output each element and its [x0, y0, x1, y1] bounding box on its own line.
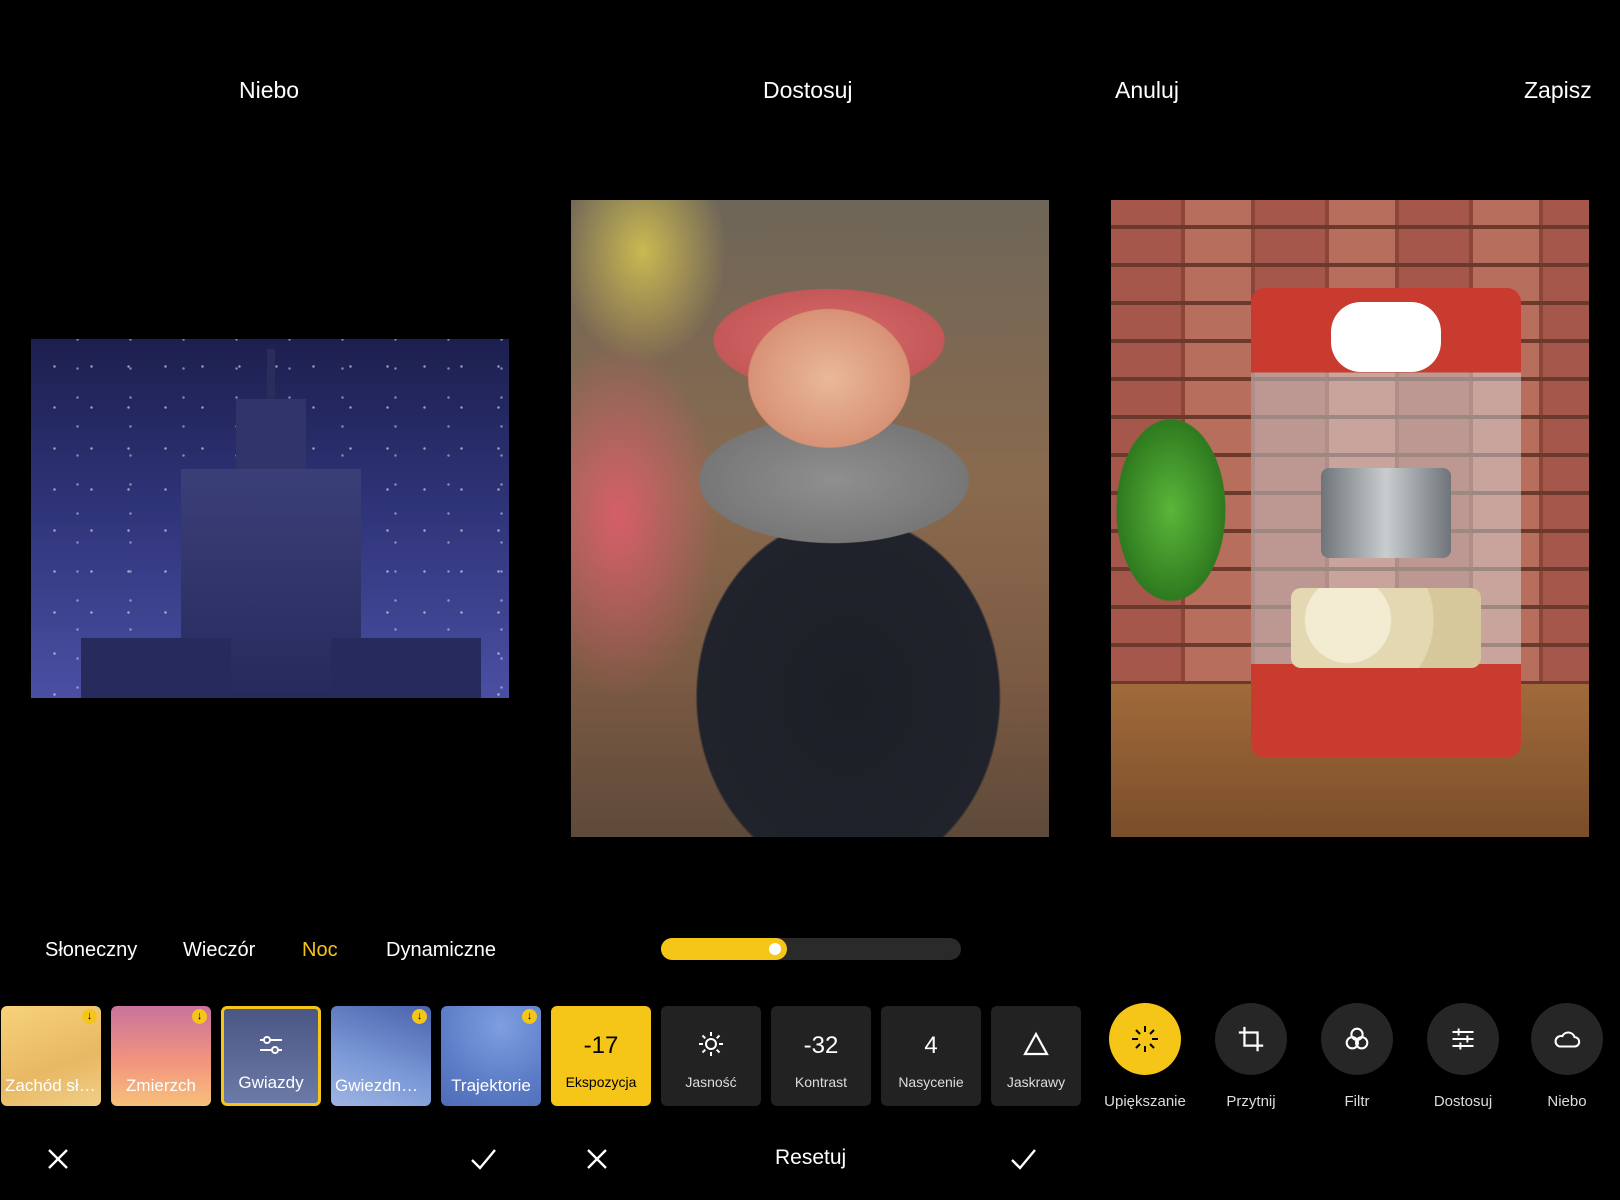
contrast-label: Kontrast — [794, 1074, 848, 1090]
tower-wing-right — [331, 638, 481, 698]
contrast-value: -32 — [803, 1032, 839, 1059]
tool-filter[interactable]: Filtr — [1302, 1003, 1412, 1110]
tool-beautify[interactable]: Upiększanie — [1090, 1003, 1200, 1110]
adjust-brightness[interactable]: Jasność — [661, 1006, 761, 1106]
popcorn-machine — [1251, 288, 1521, 758]
popcorn-sign — [1331, 302, 1441, 372]
slider-thumb[interactable] — [769, 943, 781, 955]
download-icon: ↓ — [522, 1009, 537, 1024]
tool-crop-circle — [1215, 1003, 1287, 1075]
tower-spire — [267, 349, 275, 404]
tool-crop-label: Przytnij — [1226, 1093, 1276, 1110]
sliders-icon — [1452, 1028, 1474, 1050]
tool-sky-label: Niebo — [1547, 1093, 1587, 1110]
tower-top — [236, 399, 306, 479]
sparkle-icon — [1132, 1026, 1158, 1052]
sky-cancel-close-icon[interactable] — [43, 1144, 73, 1174]
sky-preset-label: Gwiezdna ś... — [335, 1076, 427, 1095]
download-icon: ↓ — [412, 1009, 427, 1024]
tool-filter-label: Filtr — [1344, 1093, 1370, 1110]
sky-preset-sunset[interactable]: ↓ Zachód sło... — [1, 1006, 101, 1106]
sky-preset-stars[interactable]: Gwiazdy — [221, 1006, 321, 1106]
tool-sky-circle — [1531, 1003, 1603, 1075]
adjust-vibrance[interactable]: Jaskrawy — [991, 1006, 1081, 1106]
tool-crop[interactable]: Przytnij — [1196, 1003, 1306, 1110]
triangle-icon — [1023, 1031, 1049, 1056]
tool-sky[interactable]: Niebo — [1514, 1003, 1620, 1110]
filter-icon — [1345, 1027, 1369, 1050]
cloud-icon — [1554, 1031, 1581, 1048]
sky-preset-dusk[interactable]: ↓ Zmierzch — [111, 1006, 211, 1106]
exposure-slider[interactable] — [661, 938, 961, 960]
sky-panel-title: Niebo — [239, 77, 300, 103]
adjust-contrast[interactable]: -32 Kontrast — [771, 1006, 871, 1106]
popcorn-machine-photo — [1111, 200, 1589, 837]
sliders-icon — [260, 1036, 282, 1054]
tool-beautify-label: Upiększanie — [1104, 1093, 1186, 1110]
sky-preset-star-trail[interactable]: ↓ Gwiezdna ś... — [331, 1006, 431, 1106]
exposure-label: Ekspozycja — [565, 1074, 637, 1090]
adjust-confirm-check-icon[interactable] — [1008, 1144, 1038, 1174]
saturation-value: 4 — [924, 1032, 938, 1059]
exposure-value: -17 — [583, 1032, 619, 1059]
sky-tab-evening[interactable]: Wieczór — [183, 939, 255, 962]
sky-preset-label: Gwiazdy — [238, 1073, 304, 1092]
crop-icon — [1238, 1026, 1264, 1052]
reset-button[interactable]: Resetuj — [775, 1146, 846, 1170]
save-button[interactable]: Zapisz — [1524, 77, 1592, 104]
sky-tab-dynamic[interactable]: Dynamiczne — [386, 939, 496, 962]
vibrance-label: Jaskrawy — [1006, 1074, 1066, 1090]
sky-preset-label: Zmierzch — [126, 1076, 196, 1095]
portrait-photo — [571, 200, 1049, 837]
sky-preset-trajectories[interactable]: ↓ Trajektorie — [441, 1006, 541, 1106]
tool-adjust-label: Dostosuj — [1433, 1093, 1493, 1110]
sky-confirm-check-icon[interactable] — [468, 1144, 498, 1174]
sky-tab-sunny[interactable]: Słoneczny — [45, 939, 137, 962]
adjust-panel-title: Dostosuj — [763, 77, 853, 103]
tool-filter-circle — [1321, 1003, 1393, 1075]
saturation-label: Nasycenie — [898, 1074, 964, 1090]
cancel-button[interactable]: Anuluj — [1115, 77, 1179, 104]
sun-icon — [699, 1032, 723, 1056]
night-sky-photo — [31, 339, 509, 698]
tower-wing-left — [81, 638, 231, 698]
popcorn-pile — [1291, 588, 1481, 668]
sky-preset-label: Trajektorie — [451, 1076, 531, 1095]
download-icon: ↓ — [192, 1009, 207, 1024]
adjust-saturation[interactable]: 4 Nasycenie — [881, 1006, 981, 1106]
tool-adjust-circle — [1427, 1003, 1499, 1075]
adjust-cancel-close-icon[interactable] — [582, 1144, 612, 1174]
tool-adjust[interactable]: Dostosuj — [1408, 1003, 1518, 1110]
popcorn-kettle — [1321, 468, 1451, 558]
tool-beautify-circle — [1109, 1003, 1181, 1075]
plant — [1111, 360, 1261, 660]
adjust-exposure[interactable]: -17 Ekspozycja — [551, 1006, 651, 1106]
download-icon: ↓ — [82, 1009, 97, 1024]
brightness-label: Jasność — [685, 1074, 737, 1090]
sky-tab-night[interactable]: Noc — [302, 939, 338, 962]
sky-preset-label: Zachód sło... — [5, 1076, 97, 1095]
